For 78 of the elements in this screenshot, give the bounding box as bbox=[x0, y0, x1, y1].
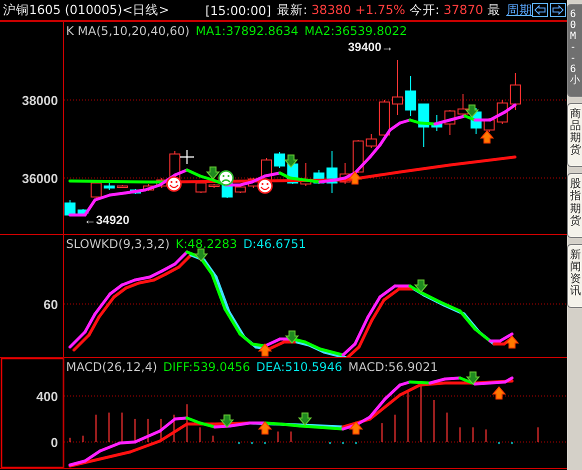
up-arrow-icon bbox=[258, 421, 272, 434]
candlestick bbox=[274, 152, 286, 168]
legend-text: D:46.6751 bbox=[243, 237, 306, 251]
candlestick bbox=[313, 170, 324, 184]
frowning-face-icon bbox=[218, 170, 234, 186]
up-arrow-icon bbox=[492, 386, 506, 400]
candlestick bbox=[366, 134, 377, 148]
legend-text: DIFF:539.0456 bbox=[163, 360, 250, 374]
quote-value: 38380 bbox=[311, 2, 352, 18]
right-arrow-button[interactable] bbox=[550, 3, 566, 17]
quote-value: 37870 bbox=[444, 2, 484, 18]
smiley-face-icon bbox=[257, 178, 273, 194]
legend-text: MA1:37892.8634 bbox=[196, 24, 298, 38]
legend-text: MACD(26,12,4) bbox=[66, 360, 158, 374]
legend-text: DEA:510.5946 bbox=[256, 360, 342, 374]
candlestick bbox=[143, 184, 154, 192]
down-arrow-icon bbox=[464, 104, 480, 118]
axis-label: 36000 bbox=[22, 171, 58, 186]
quote-value: +1.75% bbox=[355, 2, 406, 18]
candlestick bbox=[78, 208, 89, 214]
quote-label: 最新: bbox=[277, 2, 308, 18]
candlestick bbox=[352, 140, 364, 174]
candlestick bbox=[405, 76, 416, 116]
candlestick bbox=[340, 162, 351, 184]
side-tab[interactable]: 60M--6小 bbox=[567, 4, 582, 97]
down-arrow-icon bbox=[298, 412, 312, 426]
down-arrow-icon bbox=[284, 330, 300, 344]
low-price-label: ←34920 bbox=[84, 213, 130, 227]
candlestick bbox=[300, 162, 312, 186]
candlestick bbox=[64, 200, 76, 216]
period-link[interactable]: 周期 bbox=[506, 2, 532, 18]
high-price-label: 39400→ bbox=[348, 40, 394, 54]
side-tab[interactable]: 股指期货 bbox=[567, 173, 582, 238]
left-arrow-button[interactable] bbox=[532, 3, 548, 17]
up-arrow-icon bbox=[504, 335, 520, 348]
quote-label: 最 bbox=[487, 2, 500, 18]
up-arrow-icon bbox=[348, 171, 362, 184]
instrument-title: 沪铜1605 (010005)<日线> bbox=[3, 2, 170, 18]
candlestick bbox=[130, 188, 141, 194]
side-tab[interactable]: 新闻资讯 bbox=[567, 244, 582, 308]
axis-label: 38000 bbox=[22, 93, 58, 108]
candlestick bbox=[196, 182, 206, 194]
down-arrow-icon bbox=[220, 414, 234, 428]
crosshair-icon bbox=[179, 149, 195, 165]
up-arrow-icon bbox=[480, 130, 494, 144]
left-arrow-icon bbox=[534, 5, 546, 15]
axis-label: 60 bbox=[44, 297, 58, 312]
axis-label: 0 bbox=[50, 435, 58, 450]
legend-text: MA2:36539.8022 bbox=[304, 24, 408, 38]
legend-text: K:48.2283 bbox=[176, 237, 238, 251]
down-arrow-icon bbox=[206, 166, 220, 180]
quote-label: 今开: bbox=[409, 2, 440, 18]
candlestick bbox=[116, 184, 128, 188]
candlestick bbox=[208, 184, 220, 188]
time-label: [15:00:00] bbox=[205, 2, 272, 18]
legend-text: K MA(5,10,20,40,60) bbox=[66, 24, 190, 38]
candlestick bbox=[510, 72, 521, 110]
candlestick bbox=[484, 118, 495, 132]
legend-text: SLOWKD(9,3,3,2) bbox=[66, 237, 170, 251]
up-arrow-icon bbox=[258, 343, 272, 356]
candlestick bbox=[444, 110, 456, 136]
candlestick bbox=[104, 182, 115, 190]
up-arrow-icon bbox=[348, 421, 364, 434]
down-arrow-icon bbox=[284, 154, 298, 168]
down-arrow-icon bbox=[414, 280, 428, 293]
legend-text: MACD:56.9021 bbox=[348, 360, 438, 374]
candlestick bbox=[418, 104, 430, 148]
axis-label: 400 bbox=[36, 389, 58, 404]
candlestick bbox=[392, 60, 403, 116]
candlestick bbox=[378, 100, 390, 136]
candlestick bbox=[234, 184, 246, 194]
candlestick bbox=[431, 114, 442, 132]
down-arrow-icon bbox=[194, 248, 208, 262]
down-arrow-icon bbox=[466, 372, 480, 385]
candlestick bbox=[326, 150, 338, 194]
side-tab[interactable]: 商品期货 bbox=[567, 103, 582, 168]
right-arrow-icon bbox=[552, 5, 564, 15]
smiley-face-icon bbox=[166, 176, 182, 192]
